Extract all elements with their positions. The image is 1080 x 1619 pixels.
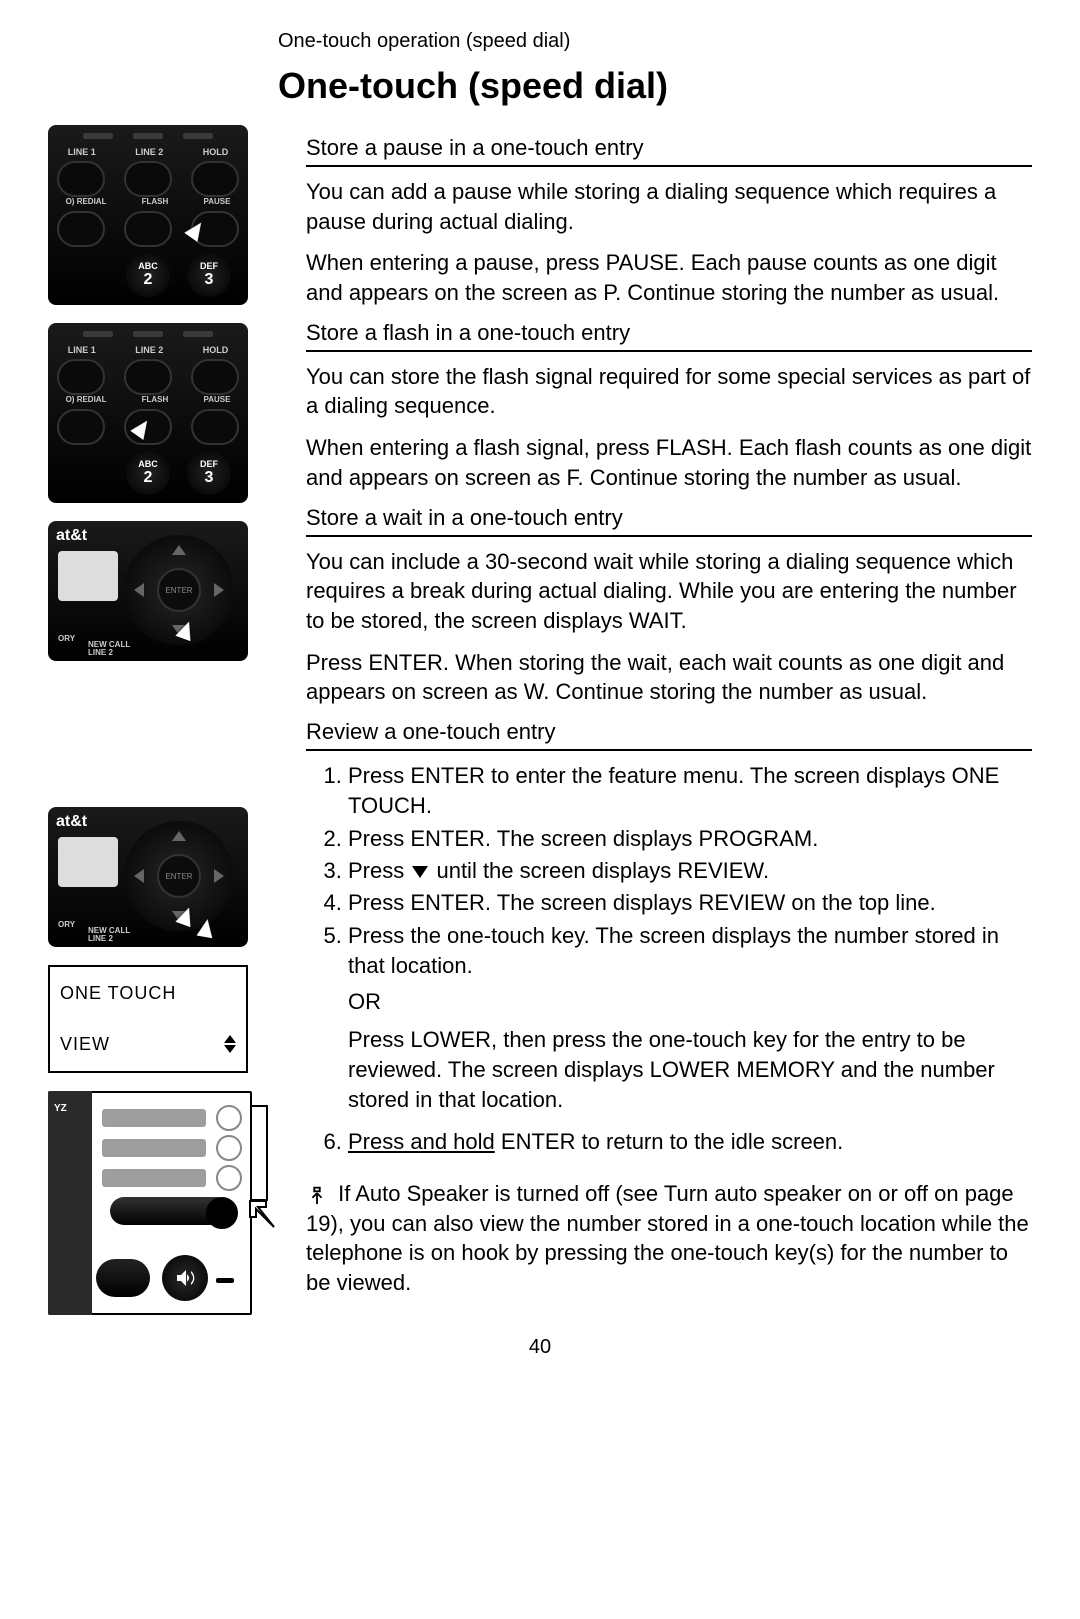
lcd-display: ONE TOUCH VIEW xyxy=(48,965,248,1073)
list-item: Press the one-touch key. The screen disp… xyxy=(348,921,1032,982)
steps-list: Press ENTER to enter the feature menu. T… xyxy=(306,761,1032,982)
or-label: OR xyxy=(348,989,1032,1015)
lcd-line2: VIEW xyxy=(60,1030,110,1059)
figure-column: LINE 1 LINE 2 HOLD O) REDIAL FLASH PAUSE… xyxy=(48,125,278,1320)
list-item: Press ENTER. The screen displays PROGRAM… xyxy=(348,824,1032,854)
page-title: One-touch (speed dial) xyxy=(48,65,1032,107)
section-heading-wait: Store a wait in a one-touch entry xyxy=(306,505,1032,537)
list-item: Press and hold ENTER to return to the id… xyxy=(348,1127,1032,1157)
onetouch-keys-figure: YZ xyxy=(48,1091,252,1315)
paragraph: When entering a flash signal, press FLAS… xyxy=(306,433,1032,492)
phone-figure-flash: LINE 1 LINE 2 HOLD O) REDIAL FLASH PAUSE… xyxy=(48,323,248,503)
manual-page: One-touch operation (speed dial) One-tou… xyxy=(0,0,1080,1619)
section-heading-review: Review a one-touch entry xyxy=(306,719,1032,751)
note-paragraph: If Auto Speaker is turned off (see Turn … xyxy=(306,1179,1032,1298)
lcd-line1: ONE TOUCH xyxy=(60,979,236,1008)
paragraph: Press LOWER, then press the one-touch ke… xyxy=(348,1025,1032,1114)
steps-list: Press and hold ENTER to return to the id… xyxy=(306,1127,1032,1157)
section-heading-pause: Store a pause in a one-touch entry xyxy=(306,135,1032,167)
list-item: Press until the screen displays REVIEW. xyxy=(348,856,1032,886)
brand-label: at&t xyxy=(56,527,87,545)
paragraph: You can store the flash signal required … xyxy=(306,362,1032,421)
running-header: One-touch operation (speed dial) xyxy=(48,30,1032,53)
phone-figure-pause: LINE 1 LINE 2 HOLD O) REDIAL FLASH PAUSE… xyxy=(48,125,248,305)
updown-icon xyxy=(224,1035,236,1053)
page-number: 40 xyxy=(48,1336,1032,1359)
list-item: Press ENTER to enter the feature menu. T… xyxy=(348,761,1032,822)
arrow-icon xyxy=(197,918,216,939)
speaker-icon xyxy=(162,1255,208,1301)
paragraph: You can add a pause while storing a dial… xyxy=(306,177,1032,236)
paragraph: You can include a 30-second wait while s… xyxy=(306,547,1032,636)
pointer-icon xyxy=(306,1184,328,1206)
navpad-figure-1: at&t ORY NEW CALLLINE 2 ENTER xyxy=(48,521,248,661)
paragraph: Press ENTER. When storing the wait, each… xyxy=(306,648,1032,707)
paragraph: When entering a pause, press PAUSE. Each… xyxy=(306,248,1032,307)
list-item: Press ENTER. The screen displays REVIEW … xyxy=(348,888,1032,918)
down-arrow-icon xyxy=(412,866,428,878)
arrow-upleft-icon xyxy=(246,1197,280,1231)
content-column: Store a pause in a one-touch entry You c… xyxy=(306,125,1032,1320)
navpad-figure-2: at&t ORY NEW CALLLINE 2 ENTER xyxy=(48,807,248,947)
section-heading-flash: Store a flash in a one-touch entry xyxy=(306,320,1032,352)
